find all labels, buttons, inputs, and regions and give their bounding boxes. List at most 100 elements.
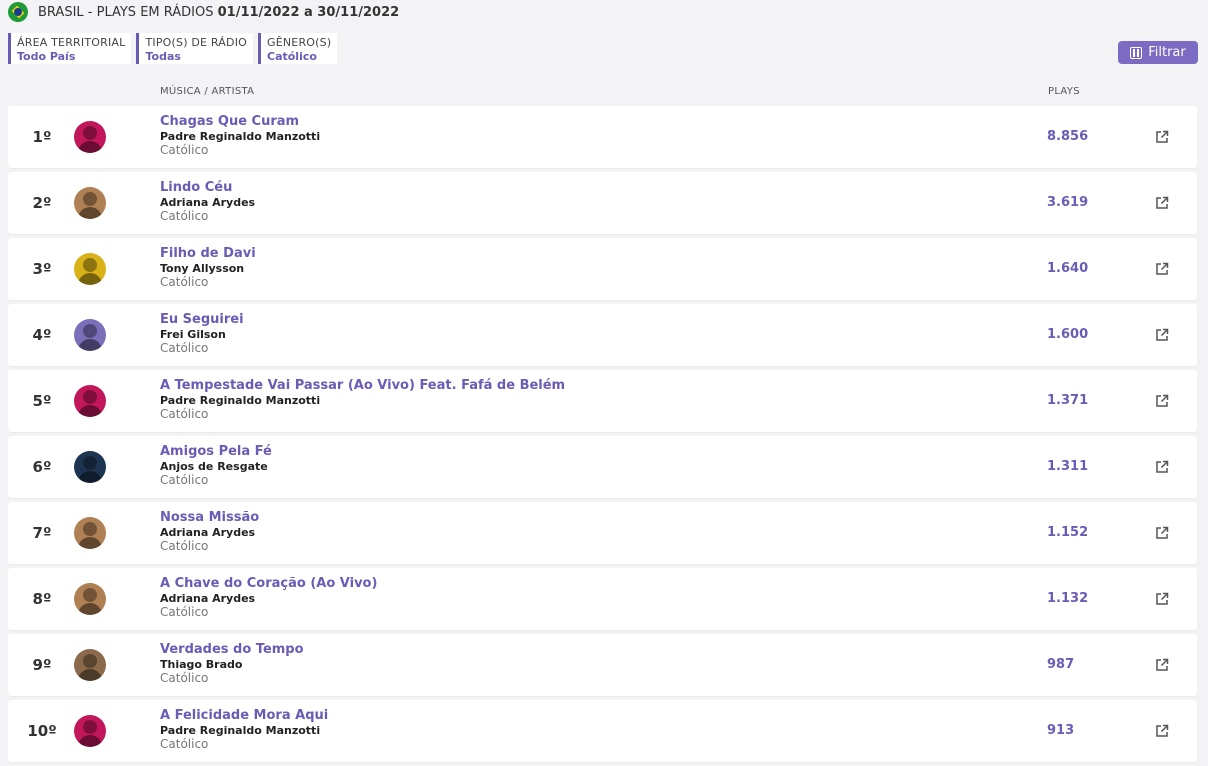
table-row[interactable]: 1º Chagas Que Curam Padre Reginaldo Manz… — [8, 106, 1197, 168]
artist-name[interactable]: Anjos de Resgate — [160, 460, 268, 473]
plays-count: 913 — [1047, 723, 1075, 738]
artist-avatar — [74, 253, 106, 285]
artist-avatar — [74, 385, 106, 417]
external-link-icon[interactable] — [1155, 460, 1169, 474]
artist-avatar — [74, 649, 106, 681]
artist-name[interactable]: Tony Allysson — [160, 262, 244, 275]
filter-radio-type[interactable]: TIPO(S) DE RÁDIO Todas — [136, 33, 253, 64]
filter-value: Todas — [145, 50, 181, 63]
song-title[interactable]: A Felicidade Mora Aqui — [160, 708, 328, 723]
table-row[interactable]: 2º Lindo Céu Adriana Arydes Católico 3.6… — [8, 172, 1197, 234]
song-title[interactable]: Nossa Missão — [160, 510, 259, 525]
rank-number: 6º — [32, 458, 52, 476]
brazil-flag-icon — [8, 2, 28, 22]
plays-count: 1.600 — [1047, 327, 1089, 342]
filter-genre[interactable]: GÊNERO(S) Católico — [258, 33, 338, 64]
table-row[interactable]: 9º Verdades do Tempo Thiago Brado Católi… — [8, 634, 1197, 696]
artist-name[interactable]: Adriana Arydes — [160, 592, 255, 605]
genre-label: Católico — [160, 143, 209, 157]
genre-label: Católico — [160, 473, 209, 487]
filter-value: Todo País — [17, 50, 76, 63]
artist-avatar — [74, 517, 106, 549]
table-row[interactable]: 7º Nossa Missão Adriana Arydes Católico … — [8, 502, 1197, 564]
active-filters: ÁREA TERRITORIAL Todo País TIPO(S) DE RÁ… — [8, 33, 338, 64]
artist-name[interactable]: Padre Reginaldo Manzotti — [160, 724, 320, 737]
rank-number: 3º — [32, 260, 52, 278]
external-link-icon[interactable] — [1155, 394, 1169, 408]
song-title[interactable]: Filho de Davi — [160, 246, 256, 261]
table-row[interactable]: 6º Amigos Pela Fé Anjos de Resgate Catól… — [8, 436, 1197, 498]
song-title[interactable]: Eu Seguirei — [160, 312, 244, 327]
rank-number: 4º — [32, 326, 52, 344]
artist-name[interactable]: Padre Reginaldo Manzotti — [160, 394, 320, 407]
plays-count: 8.856 — [1047, 129, 1089, 144]
rank-number: 8º — [32, 590, 52, 608]
plays-count: 987 — [1047, 657, 1075, 672]
external-link-icon[interactable] — [1155, 658, 1169, 672]
song-title[interactable]: Amigos Pela Fé — [160, 444, 272, 459]
song-title[interactable]: Chagas Que Curam — [160, 114, 299, 129]
plays-count: 1.371 — [1047, 393, 1089, 408]
plays-count: 3.619 — [1047, 195, 1089, 210]
artist-name[interactable]: Padre Reginaldo Manzotti — [160, 130, 320, 143]
artist-avatar — [74, 187, 106, 219]
genre-label: Católico — [160, 209, 209, 223]
filter-value: Católico — [267, 50, 317, 63]
rank-number: 9º — [32, 656, 52, 674]
rank-number: 5º — [32, 392, 52, 410]
genre-label: Católico — [160, 407, 209, 421]
rank-number: 2º — [32, 194, 52, 212]
ranking-list: 1º Chagas Que Curam Padre Reginaldo Manz… — [8, 106, 1197, 766]
artist-avatar — [74, 715, 106, 747]
song-title[interactable]: A Tempestade Vai Passar (Ao Vivo) Feat. … — [160, 378, 565, 393]
artist-name[interactable]: Adriana Arydes — [160, 526, 255, 539]
rank-number: 1º — [32, 128, 52, 146]
filter-label: ÁREA TERRITORIAL — [17, 36, 126, 49]
artist-avatar — [74, 121, 106, 153]
plays-count: 1.152 — [1047, 525, 1089, 540]
table-row[interactable]: 3º Filho de Davi Tony Allysson Católico … — [8, 238, 1197, 300]
column-header-plays: PLAYS — [1048, 86, 1080, 97]
external-link-icon[interactable] — [1155, 262, 1169, 276]
artist-avatar — [74, 319, 106, 351]
external-link-icon[interactable] — [1155, 592, 1169, 606]
table-row[interactable]: 5º A Tempestade Vai Passar (Ao Vivo) Fea… — [8, 370, 1197, 432]
table-row[interactable]: 8º A Chave do Coração (Ao Vivo) Adriana … — [8, 568, 1197, 630]
rank-number: 10º — [27, 722, 57, 740]
external-link-icon[interactable] — [1155, 328, 1169, 342]
page-header: BRASIL - PLAYS EM RÁDIOS 01/11/2022 a 30… — [8, 2, 400, 22]
filter-button-label: Filtrar — [1148, 45, 1186, 60]
filter-button[interactable]: Filtrar — [1118, 41, 1198, 64]
artist-avatar — [74, 451, 106, 483]
external-link-icon[interactable] — [1155, 526, 1169, 540]
genre-label: Católico — [160, 341, 209, 355]
artist-name[interactable]: Thiago Brado — [160, 658, 242, 671]
genre-label: Católico — [160, 671, 209, 685]
plays-count: 1.311 — [1047, 459, 1089, 474]
artist-name[interactable]: Frei Gilson — [160, 328, 226, 341]
page-title: BRASIL - PLAYS EM RÁDIOS — [38, 4, 214, 20]
date-range: 01/11/2022 a 30/11/2022 — [217, 4, 400, 20]
genre-label: Católico — [160, 737, 209, 751]
genre-label: Católico — [160, 275, 209, 289]
filter-label: TIPO(S) DE RÁDIO — [145, 36, 247, 49]
external-link-icon[interactable] — [1155, 196, 1169, 210]
rank-number: 7º — [32, 524, 52, 542]
filter-area[interactable]: ÁREA TERRITORIAL Todo País — [8, 33, 132, 64]
plays-count: 1.132 — [1047, 591, 1089, 606]
column-header-song: MÚSICA / ARTISTA — [160, 86, 255, 97]
artist-name[interactable]: Adriana Arydes — [160, 196, 255, 209]
song-title[interactable]: Verdades do Tempo — [160, 642, 304, 657]
plays-count: 1.640 — [1047, 261, 1089, 276]
song-title[interactable]: Lindo Céu — [160, 180, 232, 195]
sliders-icon — [1130, 46, 1143, 59]
song-title[interactable]: A Chave do Coração (Ao Vivo) — [160, 576, 377, 591]
external-link-icon[interactable] — [1155, 724, 1169, 738]
table-row[interactable]: 10º A Felicidade Mora Aqui Padre Reginal… — [8, 700, 1197, 762]
external-link-icon[interactable] — [1155, 130, 1169, 144]
genre-label: Católico — [160, 539, 209, 553]
genre-label: Católico — [160, 605, 209, 619]
table-row[interactable]: 4º Eu Seguirei Frei Gilson Católico 1.60… — [8, 304, 1197, 366]
artist-avatar — [74, 583, 106, 615]
filter-label: GÊNERO(S) — [267, 36, 332, 49]
